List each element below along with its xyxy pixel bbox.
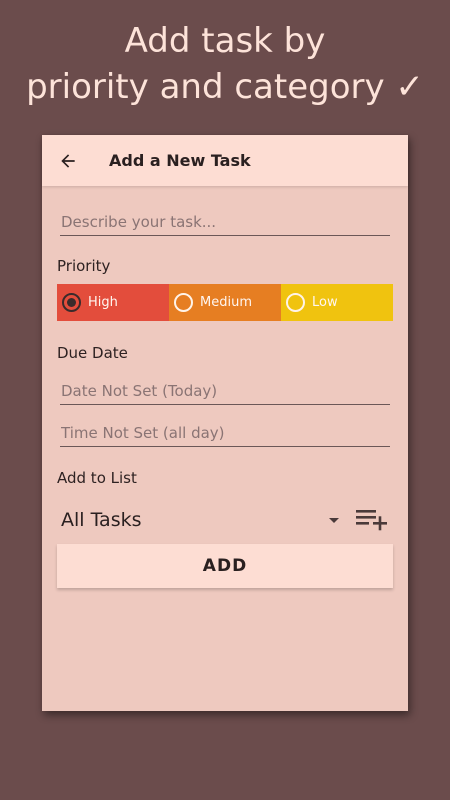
priority-option-high[interactable]: High <box>57 284 169 321</box>
list-row: All Tasks <box>57 503 393 537</box>
priority-option-low[interactable]: Low <box>281 284 393 321</box>
add-button[interactable]: ADD <box>57 544 393 588</box>
priority-label: Priority <box>57 257 111 275</box>
back-button[interactable] <box>42 135 93 186</box>
promo-headline: Add task by priority and category ✓ <box>0 18 450 110</box>
date-input[interactable] <box>60 377 390 404</box>
time-input[interactable] <box>60 419 390 446</box>
list-dropdown-value: All Tasks <box>61 509 142 531</box>
task-description-input[interactable] <box>60 208 390 235</box>
page-title: Add a New Task <box>109 151 251 170</box>
app-bar: Add a New Task <box>42 135 408 186</box>
radio-unchecked-icon <box>174 293 193 312</box>
priority-option-label: Medium <box>200 295 252 310</box>
dropdown-caret-icon <box>329 517 339 523</box>
radio-unchecked-icon <box>286 293 305 312</box>
due-date-field <box>60 377 390 405</box>
radio-checked-icon <box>62 293 81 312</box>
arrow-left-icon <box>60 153 75 168</box>
list-dropdown[interactable]: All Tasks <box>57 503 342 537</box>
priority-option-medium[interactable]: Medium <box>169 284 281 321</box>
promo-line-2: priority and category ✓ <box>26 67 424 107</box>
add-task-screen: Add a New Task Priority High Medium Low … <box>42 135 408 711</box>
add-to-list-label: Add to List <box>57 469 137 487</box>
add-list-button[interactable] <box>352 503 392 537</box>
priority-option-label: High <box>88 295 118 310</box>
priority-selector: High Medium Low <box>57 284 393 321</box>
due-date-label: Due Date <box>57 344 128 362</box>
promo-line-1: Add task by <box>124 21 326 61</box>
priority-option-label: Low <box>312 295 338 310</box>
playlist-add-icon <box>356 510 387 531</box>
due-time-field <box>60 419 390 447</box>
task-description-field <box>60 208 390 236</box>
